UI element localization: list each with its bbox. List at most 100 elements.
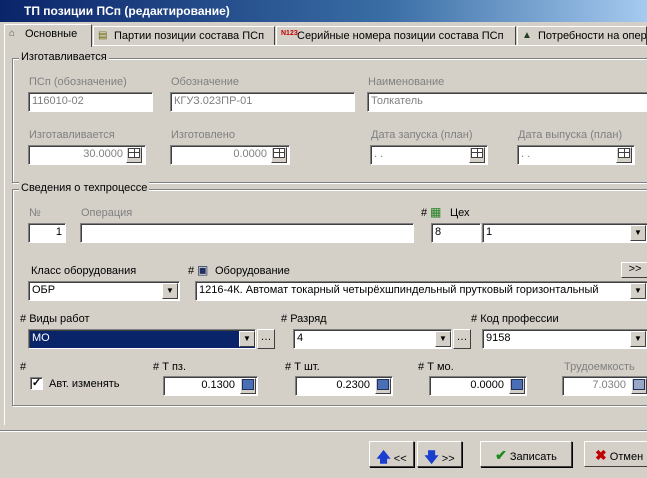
equipment-class-dropdown[interactable]: ▼ <box>162 283 178 299</box>
grade-browse-button[interactable]: … <box>453 329 471 349</box>
release-date-button[interactable] <box>616 147 632 163</box>
name-label: Наименование <box>368 76 445 88</box>
work-type-dropdown[interactable]: ▼ <box>239 331 255 347</box>
qty-value: 30.0000 <box>83 148 123 160</box>
close-icon: ✖ <box>595 447 607 463</box>
equipment-icon: ▣ <box>197 263 209 277</box>
equipment-more-button[interactable]: >> <box>621 262 647 278</box>
chevron-down-icon: ▼ <box>634 334 642 343</box>
tab-serials[interactable]: N123 Серийные номера позиции состава ПСп <box>276 26 516 46</box>
workshop-label: Цех <box>450 207 470 219</box>
designation-label: Обозначение <box>171 76 240 88</box>
tab-batches[interactable]: ▤ Партии позиции состава ПСп <box>93 26 275 46</box>
profession-label-text: Код профессии <box>480 313 559 325</box>
footer-separator <box>0 430 647 432</box>
profession-label: # Код профессии <box>471 313 559 325</box>
calculator-icon <box>511 379 523 390</box>
workshop-icon: ▦ <box>430 205 442 219</box>
process-group-title: Сведения о техпроцессе <box>19 182 150 194</box>
profession-dropdown[interactable]: ▼ <box>630 331 646 347</box>
number-field[interactable]: 1 <box>28 223 66 243</box>
equipment-label: Оборудование <box>215 265 290 277</box>
home-icon: ⌂ <box>9 28 16 39</box>
workshop-select[interactable]: 1 <box>482 223 647 243</box>
t-mo-calc-button[interactable] <box>509 378 525 394</box>
cancel-button-label: Отмен <box>609 451 644 463</box>
equipment-select[interactable]: 1216-4К. Автомат токарный четырёхшпиндел… <box>195 281 647 301</box>
t-sht-label-text: Т шт. <box>294 361 320 373</box>
workshop-dropdown[interactable]: ▼ <box>630 225 646 241</box>
tab-main-label: Основные <box>25 28 78 40</box>
grade-label-text: Разряд <box>290 313 327 325</box>
main-panel: Изготавливается ПСп (обозначение) 116010… <box>4 45 647 425</box>
save-button-label: Записать <box>509 451 557 463</box>
chevron-down-icon: ▼ <box>634 286 642 295</box>
auto-change-checkbox[interactable]: ✓ <box>30 377 43 390</box>
qty-calendar-button[interactable] <box>126 147 142 163</box>
operation-label: Операция <box>81 207 133 219</box>
tab-serials-label: Серийные номера позиции состава ПСп <box>297 30 504 42</box>
equipment-dropdown[interactable]: ▼ <box>630 283 646 299</box>
made-calendar-button[interactable] <box>271 147 287 163</box>
t-mo-hash: # <box>418 361 425 373</box>
document-icon: ▤ <box>98 30 108 41</box>
auto-change-hash: # <box>20 361 27 373</box>
t-sht-label: # Т шт. <box>285 361 320 373</box>
work-type-label-text: Виды работ <box>29 313 90 325</box>
auto-change-label: Авт. изменять <box>49 378 120 390</box>
designation-field: КГУЗ.023ПР-01 <box>170 92 355 112</box>
tab-needs[interactable]: ▲ Потребности на опер <box>517 26 647 46</box>
profession-select[interactable]: 9158 <box>482 329 647 349</box>
manufactured-group-title: Изготавливается <box>19 51 109 63</box>
chevron-down-icon: ▼ <box>634 228 642 237</box>
t-pz-label: # Т пз. <box>153 361 186 373</box>
grade-select[interactable]: 4 <box>293 329 452 349</box>
work-type-select[interactable]: МО <box>28 329 256 349</box>
operation-field[interactable] <box>80 223 414 243</box>
labor-calc-button[interactable] <box>631 378 647 394</box>
chevron-down-icon: ▼ <box>166 286 174 295</box>
arrow-down-icon: 🡇 <box>424 449 439 465</box>
calendar-icon <box>471 148 483 158</box>
checkmark-icon: ✓ <box>31 377 42 389</box>
start-date-label: Дата запуска (план) <box>371 129 473 141</box>
t-sht-calc-button[interactable] <box>375 378 391 394</box>
manufactured-group: Изготавливается ПСп (обозначение) 116010… <box>12 51 647 183</box>
profession-hash: # <box>471 313 478 325</box>
t-pz-value: 0.1300 <box>201 379 235 391</box>
save-button[interactable]: ✔ Записать <box>480 441 572 467</box>
serial-number-icon: N123 <box>281 30 298 37</box>
calendar-icon <box>273 148 285 158</box>
t-mo-value: 0.0000 <box>470 379 504 391</box>
t-mo-label: # Т мо. <box>418 361 454 373</box>
previous-button-label: << <box>393 453 407 465</box>
work-type-label: # Виды работ <box>20 313 90 325</box>
t-pz-label-text: Т пз. <box>162 361 187 373</box>
previous-button[interactable]: 🡅 << <box>369 441 414 467</box>
arrow-up-icon: 🡅 <box>376 449 391 465</box>
warning-icon: ▲ <box>522 30 532 41</box>
tab-main[interactable]: ⌂ Основные <box>4 24 92 47</box>
window-title: ТП позиции ПСп (редактирование) <box>0 0 647 22</box>
release-date-label: Дата выпуска (план) <box>518 129 623 141</box>
chevron-down-icon: ▼ <box>439 334 447 343</box>
process-group: Сведения о техпроцессе № 1 Операция # ▦ … <box>12 182 647 406</box>
grade-dropdown[interactable]: ▼ <box>435 331 451 347</box>
workshop-code-field[interactable]: 8 <box>431 223 481 243</box>
equipment-class-select[interactable]: ОБР <box>28 281 180 301</box>
t-pz-calc-button[interactable] <box>240 378 256 394</box>
labor-value: 7.0300 <box>592 379 626 391</box>
next-button[interactable]: 🡇 >> <box>417 441 462 467</box>
calculator-icon <box>633 379 645 390</box>
t-pz-hash: # <box>153 361 160 373</box>
work-type-browse-button[interactable]: … <box>257 329 275 349</box>
next-button-label: >> <box>441 453 455 465</box>
work-type-hash: # <box>20 313 27 325</box>
tab-bar: ⌂ Основные ▤ Партии позиции состава ПСп … <box>4 24 647 47</box>
calculator-icon <box>242 379 254 390</box>
number-label: № <box>29 207 41 219</box>
calendar-icon <box>128 148 140 158</box>
checkmark-icon: ✔ <box>495 447 507 463</box>
cancel-button[interactable]: ✖ Отмен <box>584 441 647 467</box>
start-date-button[interactable] <box>469 147 485 163</box>
